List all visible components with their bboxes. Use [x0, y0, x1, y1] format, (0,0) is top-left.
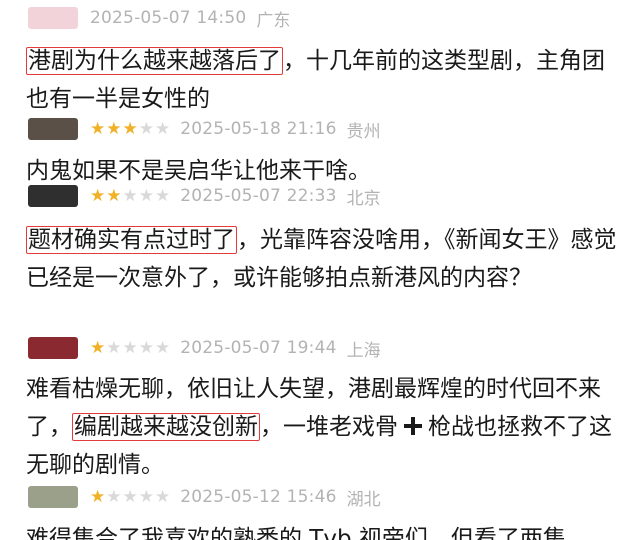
highlighted-phrase: 编剧越来越没创新 — [72, 413, 260, 441]
highlighted-phrase: 题材确实有点过时了 — [26, 226, 237, 254]
star-filled-icon: ★ — [122, 118, 138, 139]
star-empty-icon: ★ — [122, 185, 138, 206]
comment-location: 贵州 — [346, 121, 381, 142]
star-empty-icon: ★ — [106, 486, 122, 507]
comment-location: 上海 — [346, 340, 381, 361]
avatar[interactable] — [28, 337, 78, 359]
comment-text: 港剧为什么越来越落后了，十几年前的这类型剧，主角团也有一半是女性的 — [26, 42, 626, 118]
star-empty-icon: ★ — [138, 337, 154, 358]
star-empty-icon: ★ — [155, 118, 171, 139]
star-filled-icon: ★ — [90, 337, 106, 358]
comment-feed: 2025-05-07 14:50 广东 港剧为什么越来越落后了，十几年前的这类型… — [0, 0, 640, 540]
star-rating: ★ ★ ★ ★ ★ — [90, 486, 171, 507]
comment-timestamp: 2025-05-07 14:50 — [90, 8, 247, 28]
comment-timestamp: 2025-05-18 21:16 — [180, 119, 337, 139]
star-empty-icon: ★ — [138, 118, 154, 139]
comment-meta: ★ ★ ★ ★ ★ 2025-05-18 21:16 贵州 — [28, 117, 381, 142]
star-filled-icon: ★ — [90, 486, 106, 507]
comment-text: 难看枯燥无聊，依旧让人失望，港剧最辉煌的时代回不来了，编剧越来越没创新，一堆老戏… — [26, 370, 626, 484]
star-rating: ★ ★ ★ ★ ★ — [90, 118, 171, 139]
comment-timestamp: 2025-05-07 19:44 — [180, 338, 337, 358]
comment-meta: ★ ★ ★ ★ ★ 2025-05-07 22:33 北京 — [28, 184, 381, 209]
comment-text: 题材确实有点过时了，光靠阵容没啥用，《新闻女王》感觉已经是一次意外了，或许能够拍… — [26, 221, 626, 297]
comment-meta: ★ ★ ★ ★ ★ 2025-05-07 19:44 上海 — [28, 336, 381, 361]
highlighted-phrase: 港剧为什么越来越落后了 — [26, 47, 283, 75]
star-empty-icon: ★ — [155, 337, 171, 358]
comment-timestamp: 2025-05-12 15:46 — [180, 487, 337, 507]
star-empty-icon: ★ — [155, 185, 171, 206]
star-rating: ★ ★ ★ ★ ★ — [90, 185, 171, 206]
star-empty-icon: ★ — [122, 486, 138, 507]
star-rating: ★ ★ ★ ★ ★ — [90, 337, 171, 358]
avatar[interactable] — [28, 185, 78, 207]
star-filled-icon: ★ — [106, 185, 122, 206]
star-empty-icon: ★ — [106, 337, 122, 358]
comment-meta: ★ ★ ★ ★ ★ 2025-05-12 15:46 湖北 — [28, 485, 381, 510]
comment-location: 广东 — [256, 10, 291, 31]
comment-text-part: ，一堆老戏骨 — [260, 414, 398, 440]
comment-meta: 2025-05-07 14:50 广东 — [28, 6, 291, 31]
star-filled-icon: ★ — [106, 118, 122, 139]
comment-timestamp: 2025-05-07 22:33 — [180, 186, 337, 206]
star-filled-icon: ★ — [90, 185, 106, 206]
comment-location: 湖北 — [346, 489, 381, 510]
star-empty-icon: ★ — [138, 486, 154, 507]
star-empty-icon: ★ — [155, 486, 171, 507]
comment-location: 北京 — [346, 188, 381, 209]
plus-icon — [404, 416, 422, 435]
star-empty-icon: ★ — [138, 185, 154, 206]
avatar[interactable] — [28, 7, 78, 29]
comment-text: 难得集合了我喜欢的熟悉的 Tvb 视帝们，但看了两集 — [26, 526, 566, 540]
avatar[interactable] — [28, 486, 78, 508]
star-empty-icon: ★ — [122, 337, 138, 358]
star-filled-icon: ★ — [90, 118, 106, 139]
avatar[interactable] — [28, 118, 78, 140]
